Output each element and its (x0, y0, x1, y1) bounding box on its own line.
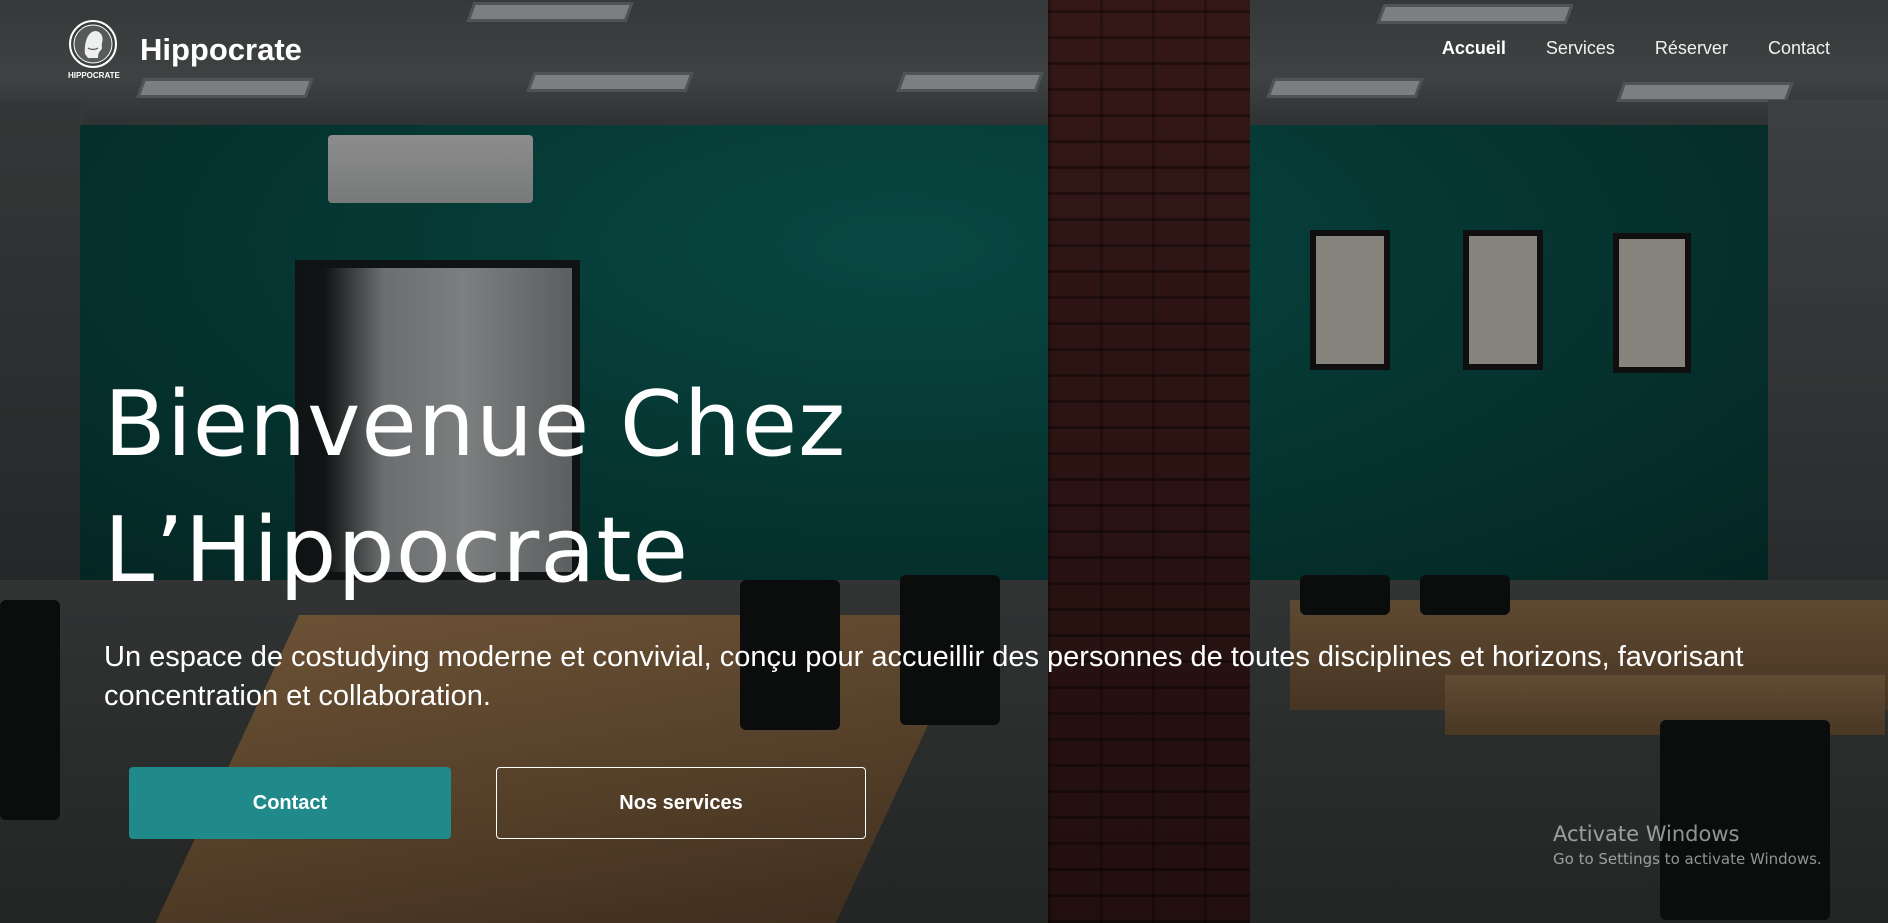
nav-item-contact[interactable]: Contact (1768, 38, 1830, 59)
brand-name[interactable]: Hippocrate (140, 32, 302, 68)
hero-title: Bienvenue Chez L’Hippocrate (104, 362, 1004, 614)
services-button[interactable]: Nos services (496, 767, 866, 839)
contact-button[interactable]: Contact (129, 767, 451, 839)
navbar: HIPPOCRATE Hippocrate Accueil Services R… (0, 0, 1888, 100)
nav-item-accueil[interactable]: Accueil (1442, 38, 1506, 59)
hero-subtitle: Un espace de costudying moderne et convi… (104, 641, 1744, 712)
hero-title-line2: L’Hippocrate (104, 498, 690, 603)
hero-title-line1: Bienvenue Chez (104, 372, 847, 477)
brand[interactable]: HIPPOCRATE Hippocrate (68, 18, 302, 82)
logo-text: HIPPOCRATE (68, 71, 120, 80)
watermark-title: Activate Windows (1553, 822, 1740, 846)
windows-activation-watermark: Activate Windows Go to Settings to activ… (1553, 820, 1822, 870)
nav-item-services[interactable]: Services (1546, 38, 1615, 59)
nav-item-reserver[interactable]: Réserver (1655, 38, 1728, 59)
watermark-subtitle: Go to Settings to activate Windows. (1553, 850, 1822, 868)
hippocrate-logo-icon: HIPPOCRATE (68, 18, 120, 82)
main-nav: Accueil Services Réserver Contact (1402, 38, 1830, 59)
